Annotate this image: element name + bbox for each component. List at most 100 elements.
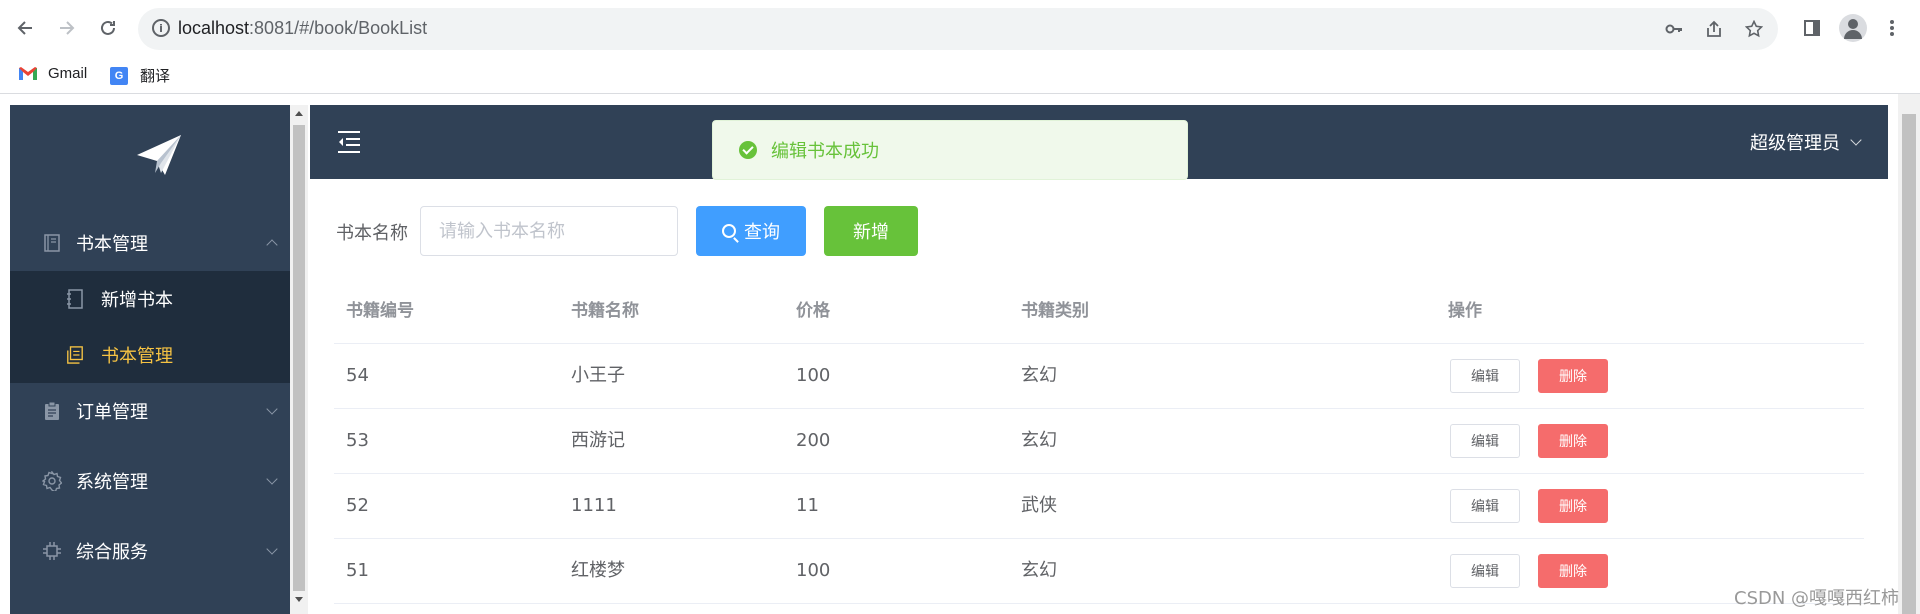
page-scrollbar[interactable]: [1898, 94, 1920, 614]
cell-category: 武侠: [1021, 495, 1057, 516]
bookmark-gmail[interactable]: Gmail: [18, 65, 87, 82]
delete-button[interactable]: 删除: [1538, 424, 1608, 458]
column-header: 书籍类别: [1021, 301, 1089, 321]
user-name: 超级管理员: [1750, 133, 1840, 154]
column-header: 价格: [796, 301, 830, 321]
table-row: 53 西游记 200 玄幻 编辑 删除: [334, 409, 1864, 474]
clipboard-icon: [45, 401, 59, 420]
logo: [10, 105, 290, 205]
watermark-text: CSDN @嘎嘎西红柿: [1734, 588, 1900, 609]
delete-button[interactable]: 删除: [1538, 489, 1608, 523]
notebook-icon: [67, 289, 83, 309]
search-label: 书本名称: [336, 223, 408, 244]
submenu-book-management[interactable]: 书本管理: [10, 327, 290, 383]
star-icon[interactable]: [1742, 17, 1766, 41]
chevron-down-icon: [266, 473, 278, 485]
column-header: 书籍名称: [571, 301, 639, 321]
cell-price: 100: [796, 365, 831, 386]
document-copy-icon: [67, 346, 83, 364]
add-button[interactable]: 新增: [824, 206, 918, 256]
edit-button[interactable]: 编辑: [1450, 359, 1520, 393]
bookmarks-bar: Gmail G 翻译: [0, 57, 1920, 94]
chevron-down-icon: [266, 403, 278, 415]
edit-button[interactable]: 编辑: [1450, 554, 1520, 588]
search-icon: [722, 224, 736, 238]
cell-id: 52: [346, 495, 369, 516]
share-icon[interactable]: [1702, 17, 1726, 41]
cell-id: 53: [346, 430, 369, 451]
side-panel-icon[interactable]: [1800, 16, 1824, 40]
back-icon[interactable]: [12, 14, 40, 42]
delete-button[interactable]: 删除: [1538, 359, 1608, 393]
menu-book-management[interactable]: 书本管理: [10, 215, 290, 271]
edit-button[interactable]: 编辑: [1450, 424, 1520, 458]
book-name-input[interactable]: [420, 206, 678, 256]
column-header: 书籍编号: [346, 301, 414, 321]
url-text: localhost:8081/#/book/BookList: [178, 18, 428, 38]
chip-icon: [43, 542, 61, 560]
collapse-menu-icon[interactable]: [336, 129, 362, 155]
scroll-down-icon[interactable]: [295, 597, 303, 602]
cell-price: 200: [796, 430, 831, 451]
edit-button[interactable]: 编辑: [1450, 489, 1520, 523]
gear-icon: [42, 471, 62, 491]
cell-category: 玄幻: [1021, 430, 1057, 451]
cell-name: 1111: [571, 495, 617, 516]
table-row: 51 红楼梦 100 玄幻 编辑 删除: [334, 539, 1864, 604]
cell-category: 玄幻: [1021, 365, 1057, 386]
reload-icon[interactable]: [94, 14, 122, 42]
book-table: 书籍编号 书籍名称 价格 书籍类别 操作 54 小王子 100 玄幻 编辑 删除…: [334, 279, 1864, 604]
toast-message: 编辑书本成功: [771, 141, 879, 162]
more-menu-icon[interactable]: [1880, 16, 1904, 40]
add-label: 新增: [853, 222, 889, 243]
cell-id: 51: [346, 560, 369, 581]
delete-button[interactable]: 删除: [1538, 554, 1608, 588]
browser-toolbar: i localhost:8081/#/book/BookList: [0, 0, 1920, 57]
table-header: 书籍编号 书籍名称 价格 书籍类别 操作: [334, 279, 1864, 344]
cell-price: 100: [796, 560, 831, 581]
menu-label: 书本管理: [76, 234, 148, 255]
chevron-down-icon: [1850, 134, 1862, 146]
address-bar[interactable]: i localhost:8081/#/book/BookList: [138, 8, 1778, 50]
submenu-label: 新增书本: [101, 290, 173, 311]
forward-icon[interactable]: [52, 14, 80, 42]
page-scroll-thumb[interactable]: [1902, 114, 1916, 614]
book-icon: [44, 234, 60, 252]
user-dropdown[interactable]: 超级管理员: [1750, 129, 1862, 155]
submenu-label: 书本管理: [101, 346, 173, 367]
profile-avatar-icon[interactable]: [1839, 14, 1867, 42]
bookmark-translate[interactable]: G 翻译: [110, 65, 170, 86]
cell-name: 西游记: [571, 430, 625, 451]
menu-system-management[interactable]: 系统管理: [10, 453, 290, 509]
cell-name: 小王子: [571, 365, 625, 386]
key-icon[interactable]: [1662, 17, 1686, 41]
scroll-up-icon[interactable]: [295, 111, 303, 116]
menu-integrated-services[interactable]: 综合服务: [10, 523, 290, 579]
submenu-add-book[interactable]: 新增书本: [10, 271, 290, 327]
sidebar: 书本管理 新增书本 书本管理 订单管理 系统管理 综合服务: [10, 105, 290, 614]
main-content: 书本名称 查询 新增 书籍编号 书籍名称 价格 书籍类别 操作 54 小王子 1…: [310, 179, 1888, 614]
table-row: 52 1111 11 武侠 编辑 删除: [334, 474, 1864, 539]
menu-label: 系统管理: [76, 472, 148, 493]
query-label: 查询: [744, 222, 780, 243]
site-info-icon[interactable]: i: [152, 19, 170, 37]
cell-name: 红楼梦: [571, 560, 625, 581]
success-toast: 编辑书本成功: [712, 120, 1188, 180]
gmail-icon: [18, 66, 38, 81]
menu-label: 综合服务: [76, 542, 148, 563]
scroll-thumb[interactable]: [293, 125, 305, 591]
query-button[interactable]: 查询: [696, 206, 806, 256]
table-row: 54 小王子 100 玄幻 编辑 删除: [334, 344, 1864, 409]
check-circle-icon: [739, 141, 757, 159]
chevron-down-icon: [266, 543, 278, 555]
chevron-up-icon: [266, 239, 278, 251]
menu-label: 订单管理: [76, 402, 148, 423]
cell-price: 11: [796, 495, 819, 516]
column-header: 操作: [1448, 301, 1482, 321]
translate-icon: G: [110, 66, 128, 85]
paper-plane-icon: [137, 135, 181, 175]
cell-category: 玄幻: [1021, 560, 1057, 581]
cell-id: 54: [346, 365, 369, 386]
menu-order-management[interactable]: 订单管理: [10, 383, 290, 439]
sidebar-scrollbar[interactable]: [290, 105, 308, 614]
